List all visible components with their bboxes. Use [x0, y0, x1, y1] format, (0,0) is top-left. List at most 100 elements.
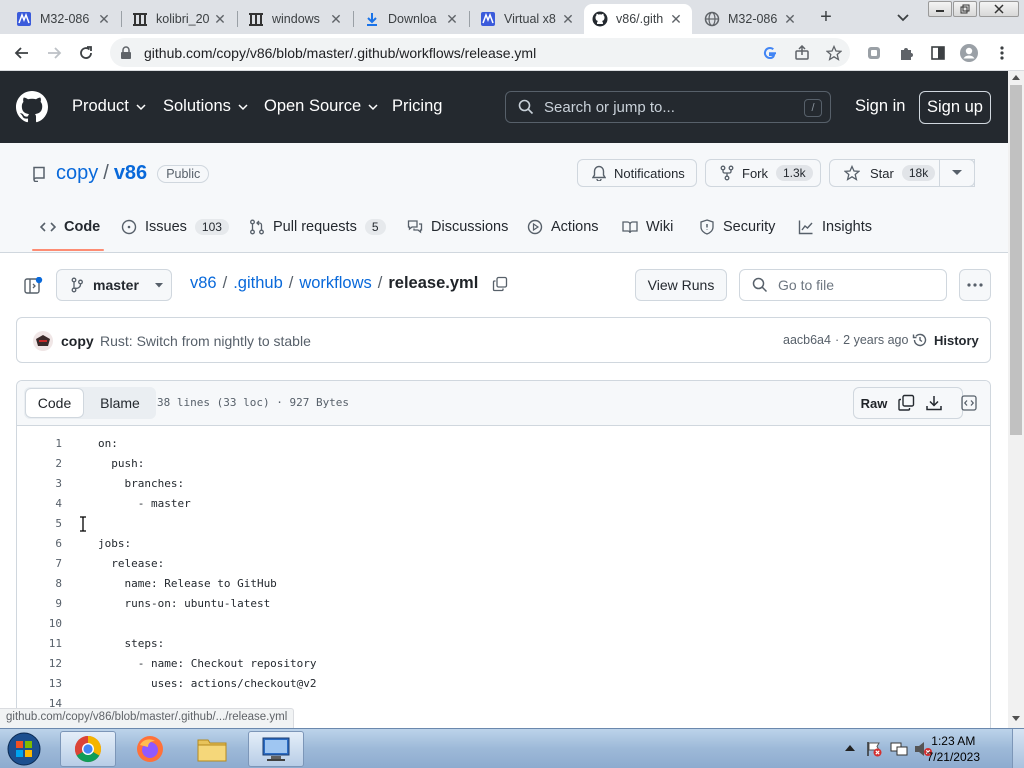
line-number[interactable]: 8	[17, 577, 62, 590]
reload-icon[interactable]	[76, 43, 96, 63]
close-tab-icon[interactable]: ✕	[560, 11, 576, 27]
branch-selector[interactable]: master	[56, 269, 172, 301]
repo-owner-link[interactable]: copy	[56, 162, 98, 185]
tab-security[interactable]: Security	[699, 219, 775, 235]
taskbar-chrome[interactable]	[60, 731, 116, 767]
line-number[interactable]: 7	[17, 557, 62, 570]
close-tab-icon[interactable]: ✕	[328, 11, 344, 27]
line-number[interactable]: 11	[17, 637, 62, 650]
breadcrumb-repo-link[interactable]: v86	[190, 274, 217, 293]
close-tab-icon[interactable]: ✕	[96, 11, 112, 27]
tab-wiki[interactable]: Wiki	[622, 219, 673, 235]
browser-tab[interactable]: Downloa ✕	[356, 4, 468, 34]
github-logo-icon[interactable]	[16, 91, 48, 123]
address-bar[interactable]: github.com/copy/v86/blob/master/.github/…	[110, 38, 850, 67]
line-number[interactable]: 12	[17, 657, 62, 670]
notifications-button[interactable]: Notifications	[577, 159, 697, 187]
show-desktop-button[interactable]	[1012, 729, 1024, 768]
forward-icon[interactable]	[44, 43, 64, 63]
profile-avatar-icon[interactable]	[959, 43, 979, 63]
close-tab-icon[interactable]: ✕	[782, 11, 798, 27]
side-panel-icon[interactable]	[928, 43, 948, 63]
line-number[interactable]: 5	[17, 517, 62, 530]
fork-button[interactable]: Fork 1.3k	[705, 159, 821, 187]
symbols-panel-icon[interactable]	[961, 395, 977, 411]
star-list-dropdown[interactable]	[939, 159, 975, 187]
github-search-input[interactable]: Search or jump to... /	[505, 91, 831, 123]
line-number[interactable]: 6	[17, 537, 62, 550]
close-tab-icon[interactable]: ✕	[668, 11, 684, 27]
raw-button[interactable]: Raw	[855, 389, 893, 417]
browser-tab-active[interactable]: v86/.gith ✕	[584, 4, 692, 34]
google-icon[interactable]	[760, 43, 780, 63]
lock-icon[interactable]	[120, 45, 132, 60]
history-button[interactable]: History	[912, 332, 979, 348]
close-window-icon[interactable]	[979, 1, 1019, 17]
file-tree-toggle-icon[interactable]	[24, 277, 44, 295]
go-to-file-input[interactable]: Go to file	[739, 269, 947, 301]
repo-name-link[interactable]: v86	[114, 162, 147, 185]
nav-product[interactable]: Product	[72, 97, 147, 116]
taskbar-explorer[interactable]	[184, 731, 240, 767]
tab-code[interactable]: Code	[40, 219, 100, 235]
sign-up-button[interactable]: Sign up	[919, 91, 991, 124]
browser-tab[interactable]: kolibri_20 ✕	[124, 4, 236, 34]
commit-message[interactable]: Rust: Switch from nightly to stable	[100, 333, 311, 349]
browser-tab[interactable]: M32-086 ✕	[8, 4, 120, 34]
taskbar-remote-desktop[interactable]	[248, 731, 304, 767]
network-icon[interactable]	[890, 741, 908, 757]
breadcrumb-github-link[interactable]: .github	[233, 274, 283, 293]
scroll-up-arrow-icon[interactable]	[1012, 75, 1020, 81]
start-button[interactable]	[4, 730, 44, 768]
system-clock[interactable]: 1:23 AM 7/21/2023	[927, 733, 980, 765]
taskbar-firefox[interactable]	[122, 731, 178, 767]
nav-open-source[interactable]: Open Source	[264, 97, 379, 116]
browser-tab[interactable]: windows ✕	[240, 4, 352, 34]
extension-badge-icon[interactable]	[864, 43, 884, 63]
show-hidden-icons-icon[interactable]	[845, 744, 855, 752]
line-number[interactable]: 3	[17, 477, 62, 490]
avatar[interactable]	[33, 331, 53, 351]
close-tab-icon[interactable]: ✕	[444, 11, 460, 27]
browser-tab[interactable]: Virtual x8 ✕	[472, 4, 584, 34]
nav-pricing[interactable]: Pricing	[392, 97, 442, 116]
line-number[interactable]: 9	[17, 597, 62, 610]
page-scrollbar[interactable]	[1008, 71, 1024, 728]
share-icon[interactable]	[792, 43, 812, 63]
copy-raw-icon[interactable]	[897, 394, 915, 412]
tab-actions[interactable]: Actions	[527, 219, 599, 235]
new-tab-icon[interactable]: +	[816, 6, 836, 28]
code-view-toggle[interactable]: Code	[25, 388, 84, 418]
line-number[interactable]: 1	[17, 437, 62, 450]
minimize-window-icon[interactable]	[928, 1, 952, 17]
tab-insights[interactable]: Insights	[798, 219, 872, 235]
action-center-flag-icon[interactable]	[866, 741, 882, 757]
tab-search-chevron-icon[interactable]	[895, 9, 911, 25]
line-number[interactable]: 2	[17, 457, 62, 470]
blame-view-toggle[interactable]: Blame	[89, 388, 151, 418]
more-options-button[interactable]	[959, 269, 991, 301]
breadcrumb-workflows-link[interactable]: workflows	[299, 274, 371, 293]
restore-window-icon[interactable]	[953, 1, 977, 17]
extensions-puzzle-icon[interactable]	[896, 43, 916, 63]
tab-issues[interactable]: Issues 103	[121, 219, 229, 235]
view-runs-button[interactable]: View Runs	[635, 269, 727, 301]
browser-tab[interactable]: M32-086 ✕	[696, 4, 806, 34]
back-icon[interactable]	[12, 43, 32, 63]
tab-pull-requests[interactable]: Pull requests 5	[249, 219, 386, 235]
line-number[interactable]: 10	[17, 617, 62, 630]
download-raw-icon[interactable]	[925, 394, 943, 412]
copy-path-icon[interactable]	[492, 276, 508, 292]
close-tab-icon[interactable]: ✕	[212, 11, 228, 27]
commit-sha[interactable]: aacb6a4	[783, 333, 831, 347]
browser-menu-icon[interactable]	[992, 43, 1012, 63]
nav-solutions[interactable]: Solutions	[163, 97, 249, 116]
tab-discussions[interactable]: Discussions	[407, 219, 508, 235]
sign-in-link[interactable]: Sign in	[855, 97, 905, 116]
line-number[interactable]: 13	[17, 677, 62, 690]
scrollbar-thumb[interactable]	[1010, 85, 1022, 435]
commit-author[interactable]: copy	[61, 333, 94, 349]
bookmark-star-icon[interactable]	[824, 43, 844, 63]
line-number[interactable]: 4	[17, 497, 62, 510]
scroll-down-arrow-icon[interactable]	[1012, 716, 1020, 722]
